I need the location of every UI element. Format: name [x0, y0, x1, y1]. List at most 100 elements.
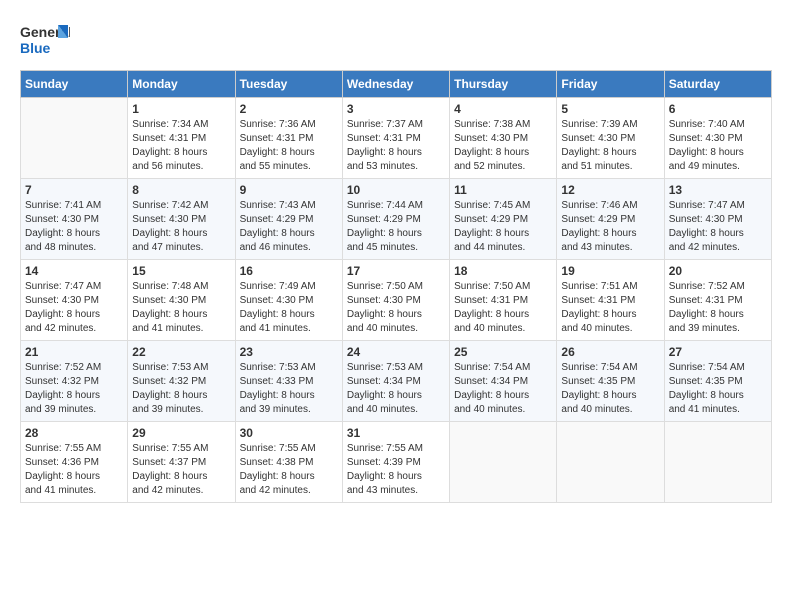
calendar-cell: 11 Sunrise: 7:45 AM Sunset: 4:29 PM Dayli… [450, 179, 557, 260]
day-number: 29 [132, 426, 230, 440]
cell-content: Sunrise: 7:39 AM Sunset: 4:30 PM Dayligh… [561, 118, 659, 174]
calendar-cell [557, 422, 664, 503]
calendar-cell [21, 98, 128, 179]
cell-content: Sunrise: 7:43 AM Sunset: 4:29 PM Dayligh… [240, 199, 338, 255]
cell-content: Sunrise: 7:45 AM Sunset: 4:29 PM Dayligh… [454, 199, 552, 255]
day-number: 22 [132, 345, 230, 359]
cell-content: Sunrise: 7:55 AM Sunset: 4:39 PM Dayligh… [347, 442, 445, 498]
cell-content: Sunrise: 7:50 AM Sunset: 4:31 PM Dayligh… [454, 280, 552, 336]
cell-content: Sunrise: 7:36 AM Sunset: 4:31 PM Dayligh… [240, 118, 338, 174]
calendar-cell: 30 Sunrise: 7:55 AM Sunset: 4:38 PM Dayli… [235, 422, 342, 503]
calendar-body: 1 Sunrise: 7:34 AM Sunset: 4:31 PM Daylig… [21, 98, 772, 503]
day-number: 6 [669, 102, 767, 116]
week-row-3: 14 Sunrise: 7:47 AM Sunset: 4:30 PM Dayli… [21, 260, 772, 341]
day-number: 5 [561, 102, 659, 116]
calendar-cell: 15 Sunrise: 7:48 AM Sunset: 4:30 PM Dayli… [128, 260, 235, 341]
calendar-cell: 7Sunrise: 7:41 AM Sunset: 4:30 PM Daylig… [21, 179, 128, 260]
logo-svg: GeneralBlue [20, 20, 70, 60]
cell-content: Sunrise: 7:51 AM Sunset: 4:31 PM Dayligh… [561, 280, 659, 336]
day-number: 24 [347, 345, 445, 359]
calendar-cell: 19 Sunrise: 7:51 AM Sunset: 4:31 PM Dayli… [557, 260, 664, 341]
calendar-header: SundayMondayTuesdayWednesdayThursdayFrid… [21, 71, 772, 98]
page-header: GeneralBlue [20, 20, 772, 60]
day-number: 19 [561, 264, 659, 278]
calendar-cell: 13Sunrise: 7:47 AM Sunset: 4:30 PM Dayli… [664, 179, 771, 260]
calendar-cell: 24 Sunrise: 7:53 AM Sunset: 4:34 PM Dayli… [342, 341, 449, 422]
logo: GeneralBlue [20, 20, 70, 60]
calendar-cell: 14 Sunrise: 7:47 AM Sunset: 4:30 PM Dayli… [21, 260, 128, 341]
header-cell-friday: Friday [557, 71, 664, 98]
calendar-cell: 20Sunrise: 7:52 AM Sunset: 4:31 PM Dayli… [664, 260, 771, 341]
cell-content: Sunrise: 7:49 AM Sunset: 4:30 PM Dayligh… [240, 280, 338, 336]
day-number: 15 [132, 264, 230, 278]
calendar-cell: 5 Sunrise: 7:39 AM Sunset: 4:30 PM Daylig… [557, 98, 664, 179]
calendar-cell [450, 422, 557, 503]
calendar-cell: 21 Sunrise: 7:52 AM Sunset: 4:32 PM Dayli… [21, 341, 128, 422]
cell-content: Sunrise: 7:52 AM Sunset: 4:32 PM Dayligh… [25, 361, 123, 417]
day-number: 16 [240, 264, 338, 278]
calendar-cell: 6 Sunrise: 7:40 AM Sunset: 4:30 PM Daylig… [664, 98, 771, 179]
week-row-2: 7Sunrise: 7:41 AM Sunset: 4:30 PM Daylig… [21, 179, 772, 260]
cell-content: Sunrise: 7:37 AM Sunset: 4:31 PM Dayligh… [347, 118, 445, 174]
cell-content: Sunrise: 7:41 AM Sunset: 4:30 PM Dayligh… [25, 199, 123, 255]
cell-content: Sunrise: 7:53 AM Sunset: 4:33 PM Dayligh… [240, 361, 338, 417]
header-cell-wednesday: Wednesday [342, 71, 449, 98]
day-number: 4 [454, 102, 552, 116]
calendar-cell: 4 Sunrise: 7:38 AM Sunset: 4:30 PM Daylig… [450, 98, 557, 179]
day-number: 21 [25, 345, 123, 359]
calendar-cell: 12 Sunrise: 7:46 AM Sunset: 4:29 PM Dayli… [557, 179, 664, 260]
header-cell-saturday: Saturday [664, 71, 771, 98]
cell-content: Sunrise: 7:54 AM Sunset: 4:35 PM Dayligh… [561, 361, 659, 417]
calendar-cell: 29 Sunrise: 7:55 AM Sunset: 4:37 PM Dayli… [128, 422, 235, 503]
cell-content: Sunrise: 7:46 AM Sunset: 4:29 PM Dayligh… [561, 199, 659, 255]
day-number: 11 [454, 183, 552, 197]
week-row-1: 1 Sunrise: 7:34 AM Sunset: 4:31 PM Daylig… [21, 98, 772, 179]
calendar-cell: 31 Sunrise: 7:55 AM Sunset: 4:39 PM Dayli… [342, 422, 449, 503]
cell-content: Sunrise: 7:55 AM Sunset: 4:37 PM Dayligh… [132, 442, 230, 498]
calendar-cell [664, 422, 771, 503]
day-number: 31 [347, 426, 445, 440]
calendar-cell: 26 Sunrise: 7:54 AM Sunset: 4:35 PM Dayli… [557, 341, 664, 422]
day-number: 12 [561, 183, 659, 197]
cell-content: Sunrise: 7:55 AM Sunset: 4:38 PM Dayligh… [240, 442, 338, 498]
calendar-cell: 8 Sunrise: 7:42 AM Sunset: 4:30 PM Daylig… [128, 179, 235, 260]
calendar-cell: 9Sunrise: 7:43 AM Sunset: 4:29 PM Daylig… [235, 179, 342, 260]
header-cell-sunday: Sunday [21, 71, 128, 98]
calendar-cell: 2Sunrise: 7:36 AM Sunset: 4:31 PM Daylig… [235, 98, 342, 179]
cell-content: Sunrise: 7:34 AM Sunset: 4:31 PM Dayligh… [132, 118, 230, 174]
cell-content: Sunrise: 7:38 AM Sunset: 4:30 PM Dayligh… [454, 118, 552, 174]
cell-content: Sunrise: 7:55 AM Sunset: 4:36 PM Dayligh… [25, 442, 123, 498]
calendar-cell: 16 Sunrise: 7:49 AM Sunset: 4:30 PM Dayli… [235, 260, 342, 341]
day-number: 8 [132, 183, 230, 197]
cell-content: Sunrise: 7:47 AM Sunset: 4:30 PM Dayligh… [25, 280, 123, 336]
cell-content: Sunrise: 7:42 AM Sunset: 4:30 PM Dayligh… [132, 199, 230, 255]
cell-content: Sunrise: 7:50 AM Sunset: 4:30 PM Dayligh… [347, 280, 445, 336]
day-number: 27 [669, 345, 767, 359]
day-number: 25 [454, 345, 552, 359]
calendar-cell: 17 Sunrise: 7:50 AM Sunset: 4:30 PM Dayli… [342, 260, 449, 341]
cell-content: Sunrise: 7:54 AM Sunset: 4:34 PM Dayligh… [454, 361, 552, 417]
day-number: 26 [561, 345, 659, 359]
calendar-cell: 27 Sunrise: 7:54 AM Sunset: 4:35 PM Dayli… [664, 341, 771, 422]
svg-text:Blue: Blue [20, 40, 51, 56]
day-number: 14 [25, 264, 123, 278]
cell-content: Sunrise: 7:40 AM Sunset: 4:30 PM Dayligh… [669, 118, 767, 174]
day-number: 1 [132, 102, 230, 116]
day-number: 10 [347, 183, 445, 197]
calendar-cell: 28Sunrise: 7:55 AM Sunset: 4:36 PM Dayli… [21, 422, 128, 503]
calendar-cell: 22Sunrise: 7:53 AM Sunset: 4:32 PM Dayli… [128, 341, 235, 422]
cell-content: Sunrise: 7:47 AM Sunset: 4:30 PM Dayligh… [669, 199, 767, 255]
calendar-cell: 3Sunrise: 7:37 AM Sunset: 4:31 PM Daylig… [342, 98, 449, 179]
day-number: 30 [240, 426, 338, 440]
header-cell-monday: Monday [128, 71, 235, 98]
cell-content: Sunrise: 7:53 AM Sunset: 4:34 PM Dayligh… [347, 361, 445, 417]
calendar-table: SundayMondayTuesdayWednesdayThursdayFrid… [20, 70, 772, 503]
cell-content: Sunrise: 7:48 AM Sunset: 4:30 PM Dayligh… [132, 280, 230, 336]
day-number: 23 [240, 345, 338, 359]
header-row: SundayMondayTuesdayWednesdayThursdayFrid… [21, 71, 772, 98]
cell-content: Sunrise: 7:54 AM Sunset: 4:35 PM Dayligh… [669, 361, 767, 417]
week-row-4: 21 Sunrise: 7:52 AM Sunset: 4:32 PM Dayli… [21, 341, 772, 422]
day-number: 17 [347, 264, 445, 278]
calendar-cell: 23 Sunrise: 7:53 AM Sunset: 4:33 PM Dayli… [235, 341, 342, 422]
header-cell-thursday: Thursday [450, 71, 557, 98]
